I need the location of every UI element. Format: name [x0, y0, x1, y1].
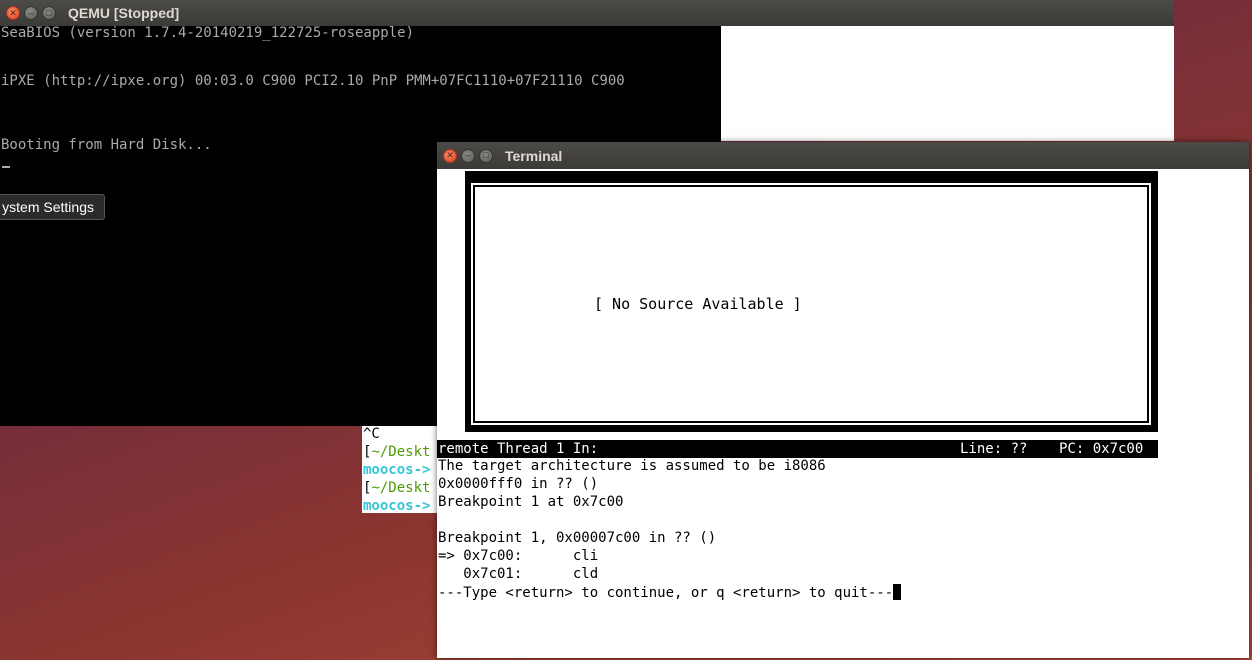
block-cursor — [893, 584, 902, 600]
qemu-titlebar[interactable]: ✕ – □ QEMU [Stopped] — [0, 0, 721, 26]
close-icon[interactable]: ✕ — [6, 6, 20, 20]
thread-status: remote Thread 1 In: — [438, 441, 599, 457]
minimize-icon[interactable]: – — [461, 148, 475, 163]
prompt-text: moocos-> — [363, 498, 431, 513]
line-status: Line: ?? — [960, 441, 1028, 457]
ipxe-line: iPXE (http://ipxe.org) 00:03.0 C900 PCI2… — [1, 73, 625, 89]
path-text: ~/Deskt — [371, 444, 431, 460]
maximize-icon[interactable]: □ — [479, 148, 493, 163]
pager-prompt: ---Type <return> to continue, or q <retu… — [438, 584, 902, 601]
background-window-titlebar[interactable] — [721, 0, 1174, 26]
maximize-icon[interactable]: □ — [42, 6, 56, 20]
gdb-status-bar: remote Thread 1 In: Line: ?? PC: 0x7c00 — [437, 440, 1158, 458]
minimize-icon[interactable]: – — [24, 6, 38, 20]
no-source-message: [ No Source Available ] — [594, 295, 802, 313]
output-line: Breakpoint 1 at 0x7c00 — [438, 494, 624, 510]
terminal-titlebar[interactable]: ✕ – □ Terminal — [437, 142, 1249, 169]
output-line: 0x7c01: cld — [438, 566, 599, 582]
terminal-line: ^C — [363, 426, 380, 442]
background-window — [721, 0, 1174, 141]
pc-status: PC: 0x7c00 — [1059, 441, 1144, 457]
terminal-line: [~/Deskt — [363, 480, 430, 496]
background-terminal[interactable]: ^C [~/Deskt moocos-> [~/Deskt moocos-> — [362, 426, 438, 513]
system-settings-tooltip: ystem Settings — [0, 194, 105, 220]
terminal-window[interactable]: ✕ – □ Terminal [ No Source Available ] r… — [437, 142, 1249, 658]
source-pane: [ No Source Available ] — [465, 171, 1158, 432]
text-cursor — [2, 166, 10, 168]
output-line: The target architecture is assumed to be… — [438, 458, 826, 474]
close-icon[interactable]: ✕ — [443, 148, 457, 163]
terminal-line: [~/Deskt — [363, 444, 430, 460]
terminal-body[interactable]: [ No Source Available ] remote Thread 1 … — [437, 169, 1249, 658]
window-title: QEMU [Stopped] — [68, 5, 180, 21]
output-line: 0x0000fff0 in ?? () — [438, 476, 599, 492]
bios-line: SeaBIOS (version 1.7.4-20140219_122725-r… — [1, 25, 415, 41]
output-line: Breakpoint 1, 0x00007c00 in ?? () — [438, 530, 717, 546]
prompt-text: moocos-> — [363, 462, 431, 478]
source-pane-inner: [ No Source Available ] — [471, 183, 1151, 425]
path-text: ~/Deskt — [371, 480, 431, 496]
window-title: Terminal — [505, 147, 563, 164]
boot-line: Booting from Hard Disk... — [1, 137, 212, 153]
pager-prompt-text: ---Type <return> to continue, or q <retu… — [438, 585, 894, 601]
output-line: => 0x7c00: cli — [438, 548, 599, 564]
